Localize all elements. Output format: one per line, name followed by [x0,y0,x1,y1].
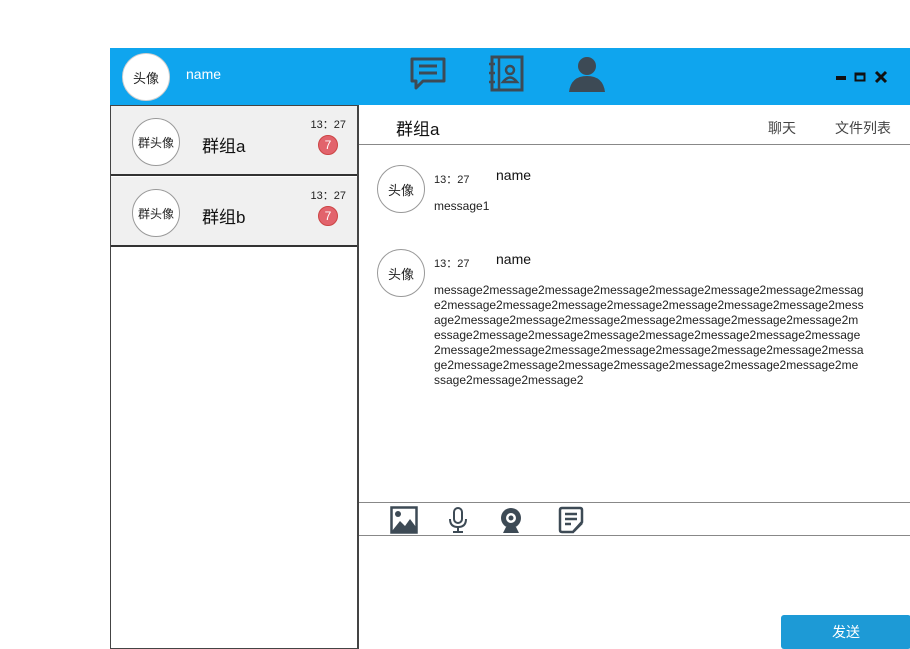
group-name: 群组a [202,137,246,156]
message-text: message2message2message2message2message2… [434,283,864,387]
user-icon[interactable] [565,52,609,96]
notes-icon[interactable] [557,506,585,534]
group-name: 群组b [202,208,246,227]
group-item[interactable]: 群头像 群组b 13：27 7 [111,177,357,247]
chat-icon[interactable] [408,54,448,94]
microphone-icon[interactable] [444,506,472,534]
close-icon[interactable] [874,70,888,84]
message-avatar[interactable]: 头像 [377,165,425,213]
input-toolbar [359,502,910,536]
group-list: 群头像 群组a 13：27 7 群头像 群组b 13：27 7 [110,105,358,649]
webcam-icon[interactable] [497,506,525,534]
message-input[interactable] [359,536,910,615]
tab-file-list[interactable]: 文件列表 [835,118,891,138]
user-avatar[interactable]: 头像 [122,53,170,101]
group-time: 13：27 [310,190,346,202]
message-sender: name [496,251,532,267]
message-text: message1 [434,199,490,213]
image-icon[interactable] [390,506,418,534]
group-item[interactable]: 群头像 群组a 13：27 7 [111,106,357,176]
message-time: 13：27 [434,258,470,270]
chat-app-window: 头像 name 群头像 群组a 13：27 7 群头像 群组b 13：27 7 … [110,48,910,649]
chat-title: 群组a [396,120,440,139]
unread-badge: 7 [318,206,338,226]
group-avatar: 群头像 [132,189,180,237]
minimize-icon[interactable] [834,70,848,84]
message-avatar[interactable]: 头像 [377,249,425,297]
top-bar: 头像 name [110,48,910,105]
group-avatar: 群头像 [132,118,180,166]
chat-header: 群组a 聊天 文件列表 [359,105,910,145]
message-sender: name [496,167,532,183]
tab-chat[interactable]: 聊天 [768,118,796,138]
send-button[interactable]: 发送 [781,615,910,649]
contacts-icon[interactable] [487,54,527,94]
message-time: 13：27 [434,174,470,186]
group-time: 13：27 [310,119,346,131]
unread-badge: 7 [318,135,338,155]
chat-panel: 群组a 聊天 文件列表 头像 13：27 name message1 头像 13… [358,105,910,649]
maximize-icon[interactable] [853,70,867,84]
user-name: name [186,66,222,82]
